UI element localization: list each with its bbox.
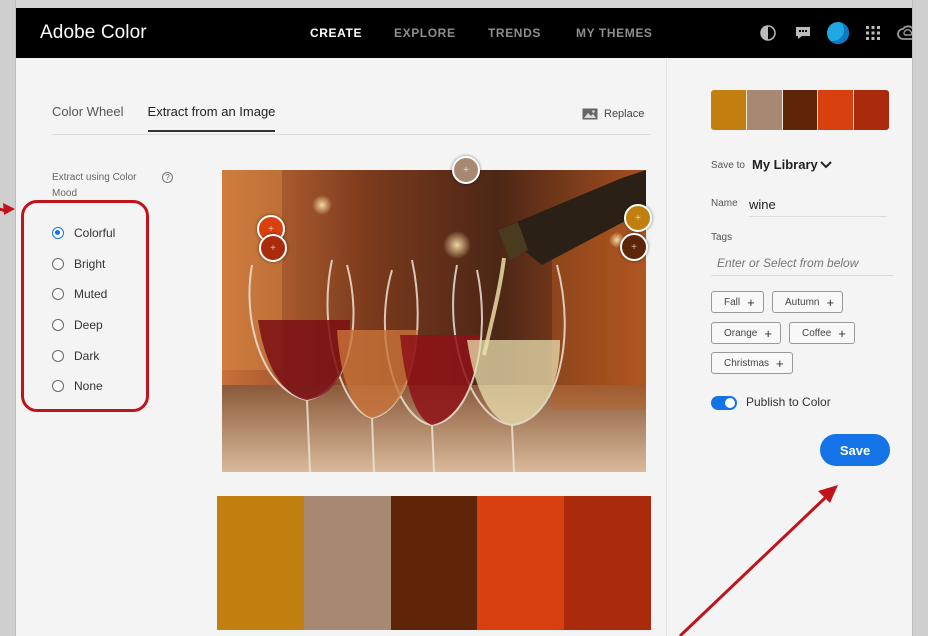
apps-grid-icon[interactable] [861,21,885,45]
plus-icon: + [764,325,772,341]
save-button[interactable]: Save [820,434,890,466]
tags-label: Tags [711,232,733,243]
tag-label: Fall [724,296,741,308]
color-mood-label: Extract using Color Mood [52,172,137,199]
brand-logo[interactable]: Adobe Color [40,22,147,44]
source-image-wine-glasses [222,170,646,472]
avatar[interactable] [826,21,850,45]
palette-swatch-3[interactable] [390,496,478,630]
tabs-divider [52,134,650,135]
plus-icon: + [826,294,835,310]
top-icons [756,21,912,45]
creative-cloud-icon[interactable] [896,21,912,45]
palette-swatch-5[interactable] [564,496,651,630]
preview-swatch-5 [854,90,889,130]
publish-label: Publish to Color [746,395,831,409]
publish-toggle[interactable] [711,396,737,410]
tag-orange[interactable]: Orange + [711,322,781,344]
tag-label: Coffee [802,327,832,339]
color-picker-pin-2[interactable]: + [624,204,652,232]
nav-my-themes[interactable]: MY THEMES [576,26,653,40]
contrast-icon[interactable] [756,21,780,45]
plus-icon: + [747,294,755,310]
tag-label: Orange [724,327,758,339]
image-icon [582,108,598,120]
help-icon[interactable]: ? [162,172,173,183]
name-label: Name [711,198,738,209]
palette-swatches [217,496,651,630]
plus-icon: + [776,355,784,371]
main-nav: CREATE EXPLORE TRENDS MY THEMES [310,26,653,40]
tags-input[interactable] [711,250,893,276]
theme-preview [711,90,889,130]
palette-swatch-2[interactable] [303,496,391,630]
plus-icon: + [838,325,846,341]
preview-swatch-1 [711,90,747,130]
palette-swatch-4[interactable] [477,496,565,630]
window-frame-left [0,0,16,636]
library-dropdown[interactable]: My Library [752,157,818,172]
preview-swatch-2 [746,90,783,130]
tag-coffee[interactable]: Coffee + [789,322,855,344]
adobe-color-app: Adobe Color CREATE EXPLORE TRENDS MY THE… [16,8,912,636]
tab-extract-from-image[interactable]: Extract from an Image [147,104,276,132]
preview-swatch-3 [782,90,819,130]
tag-christmas[interactable]: Christmas + [711,352,793,374]
top-navigation-bar: Adobe Color CREATE EXPLORE TRENDS MY THE… [16,8,912,58]
palette-swatch-1[interactable] [217,496,304,630]
nav-create[interactable]: CREATE [310,26,394,40]
save-theme-panel: Save to My Library Name Tags Fall + Autum… [666,58,912,636]
annotation-highlight-box [21,200,149,412]
color-picker-pin-3[interactable]: + [620,233,648,261]
tag-fall[interactable]: Fall + [711,291,764,313]
color-picker-pin-5[interactable]: + [259,234,287,262]
nav-explore[interactable]: EXPLORE [394,26,488,40]
replace-label: Replace [604,108,645,120]
tag-label: Autumn [785,296,820,308]
window-frame-right [912,0,928,636]
theme-name-input[interactable] [749,193,887,217]
tag-label: Christmas [724,357,770,369]
chat-icon[interactable] [791,21,815,45]
replace-image-button[interactable]: Replace [582,108,644,120]
mode-tabs: Color Wheel Extract from an Image [52,104,299,132]
chevron-down-icon[interactable] [820,160,832,170]
save-to-label: Save to [711,160,745,171]
tag-autumn[interactable]: Autumn + [772,291,844,313]
nav-trends[interactable]: TRENDS [488,26,576,40]
tab-color-wheel[interactable]: Color Wheel [52,104,124,132]
preview-swatch-4 [818,90,855,130]
color-picker-pin-1[interactable]: + [452,156,480,184]
